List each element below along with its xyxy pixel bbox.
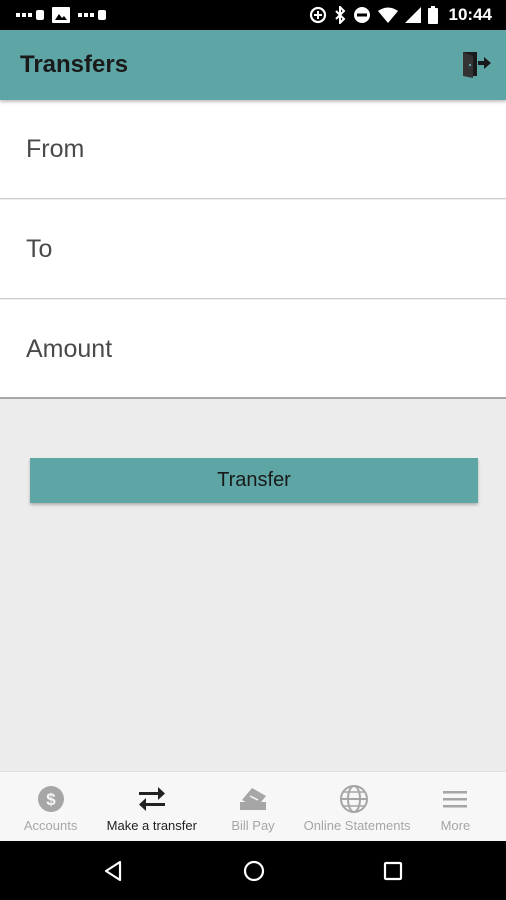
amount-placeholder: Amount xyxy=(26,335,113,363)
status-time: 10:44 xyxy=(448,5,492,24)
app-bar: Transfers xyxy=(0,30,506,100)
recents-button[interactable] xyxy=(381,859,405,883)
image-icon xyxy=(52,7,70,23)
logout-button[interactable] xyxy=(460,48,492,80)
home-button[interactable] xyxy=(242,859,266,883)
bill-pay-icon xyxy=(237,784,269,814)
nav-item-more[interactable]: More xyxy=(405,772,506,841)
nav-label-online-statements: Online Statements xyxy=(303,818,411,833)
battery-icon xyxy=(427,6,438,24)
nav-item-bill-pay[interactable]: Bill Pay xyxy=(202,772,303,841)
back-triangle-icon xyxy=(102,860,126,887)
signal-dots-icon xyxy=(78,10,106,20)
cell-signal-icon xyxy=(404,7,421,23)
bottom-nav: $ Accounts Make a transfer Bill Pay Onli… xyxy=(0,771,506,841)
nav-label-bill-pay: Bill Pay xyxy=(231,818,275,833)
wifi-icon xyxy=(377,7,398,23)
do-not-disturb-icon xyxy=(353,6,371,24)
to-placeholder: To xyxy=(26,235,53,263)
menu-icon xyxy=(439,784,471,814)
transfer-form: From To Amount Transfer xyxy=(0,100,506,771)
from-placeholder: From xyxy=(26,135,85,163)
transfer-button[interactable]: Transfer xyxy=(30,458,478,503)
recents-square-icon xyxy=(381,861,405,887)
system-nav-bar xyxy=(0,841,506,900)
swap-arrows-icon xyxy=(136,784,168,814)
dollar-circle-icon: $ xyxy=(35,784,67,814)
nav-item-make-a-transfer[interactable]: Make a transfer xyxy=(101,772,202,841)
to-field[interactable]: To xyxy=(0,200,506,299)
nav-label-make-a-transfer: Make a transfer xyxy=(106,818,197,833)
from-field[interactable]: From xyxy=(0,100,506,199)
page-title: Transfers xyxy=(20,51,129,78)
globe-icon xyxy=(338,784,370,814)
status-bar: 10:44 xyxy=(0,0,506,30)
back-button[interactable] xyxy=(102,859,126,883)
home-circle-icon xyxy=(242,860,266,887)
bluetooth-icon xyxy=(334,6,346,24)
logout-door-icon xyxy=(460,52,492,84)
nav-item-accounts[interactable]: $ Accounts xyxy=(0,772,101,841)
nav-item-online-statements[interactable]: Online Statements xyxy=(303,772,411,841)
data-saver-icon xyxy=(309,6,327,24)
signal-dots-icon xyxy=(16,10,44,20)
amount-field[interactable]: Amount xyxy=(0,300,506,399)
transfer-button-label: Transfer xyxy=(217,469,291,491)
nav-label-accounts: Accounts xyxy=(23,818,78,833)
nav-label-more: More xyxy=(440,818,471,833)
svg-text:$: $ xyxy=(46,790,56,809)
